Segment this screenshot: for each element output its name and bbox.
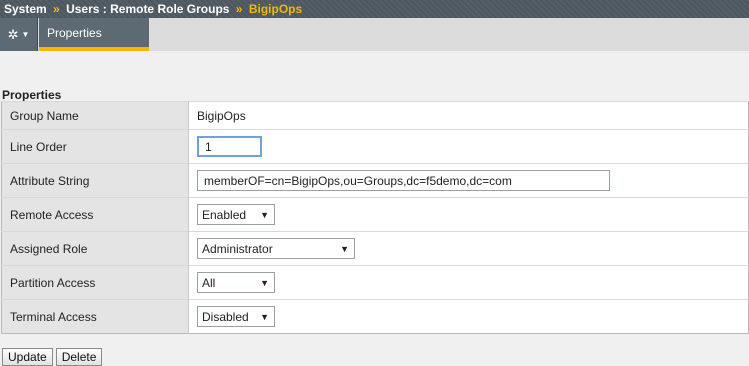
- group-name-label: Group Name: [1, 101, 189, 130]
- row-partition-access: Partition Access All ▼: [1, 265, 749, 300]
- delete-button[interactable]: Delete: [55, 348, 103, 366]
- breadcrumb-current: BigipOps: [248, 2, 303, 16]
- row-line-order: Line Order: [1, 129, 749, 164]
- dropdown-arrow-icon: ▼: [260, 311, 269, 322]
- update-button[interactable]: Update: [2, 348, 53, 366]
- partition-access-select[interactable]: All ▼: [197, 272, 275, 293]
- gear-icon: ✲: [7, 26, 19, 42]
- breadcrumb: System » Users : Remote Role Groups » Bi…: [0, 2, 302, 16]
- remote-access-select[interactable]: Enabled ▼: [197, 204, 275, 225]
- title-bar: System » Users : Remote Role Groups » Bi…: [0, 0, 749, 18]
- dropdown-arrow-icon: ▼: [260, 209, 269, 220]
- breadcrumb-separator: »: [53, 2, 60, 16]
- row-group-name: Group Name BigipOps: [1, 101, 749, 130]
- breadcrumb-remote-role-groups[interactable]: Users : Remote Role Groups: [66, 2, 229, 16]
- assigned-role-value: Administrator: [202, 241, 273, 256]
- line-order-label: Line Order: [1, 129, 189, 164]
- assigned-role-label: Assigned Role: [1, 231, 189, 266]
- attribute-string-label: Attribute String: [1, 163, 189, 198]
- breadcrumb-separator: »: [235, 2, 243, 16]
- action-buttons: Update Delete: [2, 348, 103, 366]
- partition-access-label: Partition Access: [1, 265, 189, 300]
- tab-properties[interactable]: Properties: [39, 18, 149, 51]
- partition-access-value: All: [202, 275, 216, 290]
- caret-down-icon: ▼: [21, 30, 30, 39]
- settings-menu-button[interactable]: ✲ ▼: [0, 18, 38, 51]
- attribute-string-input[interactable]: [197, 170, 610, 191]
- tab-bar: ✲ ▼ Properties: [0, 18, 749, 51]
- remote-access-value: Enabled: [202, 207, 247, 222]
- row-attribute-string: Attribute String: [1, 163, 749, 198]
- dropdown-arrow-icon: ▼: [340, 243, 349, 254]
- terminal-access-label: Terminal Access: [1, 299, 189, 334]
- row-assigned-role: Assigned Role Administrator ▼: [1, 231, 749, 266]
- row-remote-access: Remote Access Enabled ▼: [1, 197, 749, 232]
- assigned-role-select[interactable]: Administrator ▼: [197, 238, 355, 259]
- terminal-access-value: Disabled: [202, 309, 249, 324]
- remote-access-label: Remote Access: [1, 197, 189, 232]
- breadcrumb-system[interactable]: System: [4, 2, 47, 16]
- terminal-access-select[interactable]: Disabled ▼: [197, 306, 275, 327]
- section-title: Properties: [2, 88, 62, 102]
- group-name-value: BigipOps: [188, 101, 749, 130]
- dropdown-arrow-icon: ▼: [260, 277, 269, 288]
- row-terminal-access: Terminal Access Disabled ▼: [1, 299, 749, 334]
- properties-table: Group Name BigipOps Line Order Attribute…: [1, 101, 749, 334]
- line-order-input[interactable]: [197, 136, 262, 157]
